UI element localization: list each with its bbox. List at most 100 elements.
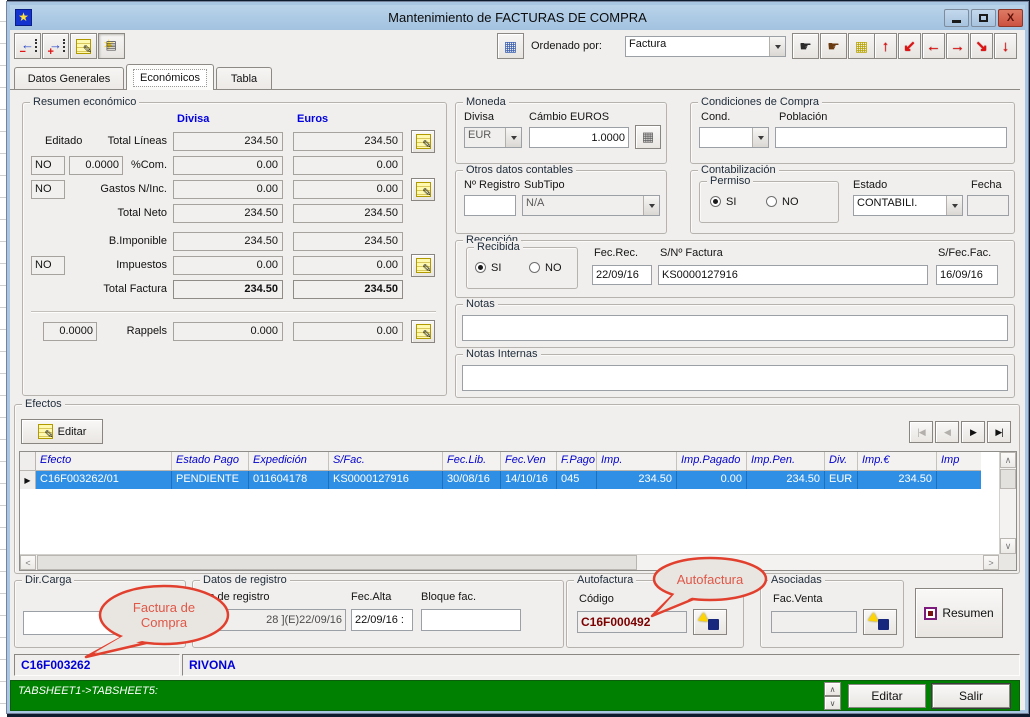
ordenado-por-label: Ordenado por:: [531, 40, 602, 52]
total-neto-euros: 234.50: [293, 204, 403, 223]
impuestos-editado-flag: NO: [31, 256, 65, 275]
titlebar[interactable]: ★ Mantenimiento de FACTURAS DE COMPRA X: [10, 5, 1025, 30]
grid-horizontal-scrollbar[interactable]: < >: [20, 554, 999, 570]
record-next-add-button[interactable]: → +: [42, 33, 69, 59]
permiso-no-radio[interactable]: [766, 196, 777, 207]
s-fec-fac-field[interactable]: 16/09/16: [936, 265, 998, 285]
calculator-button[interactable]: ▦: [635, 125, 661, 149]
group-permiso: Permiso SI NO: [699, 181, 839, 223]
divisa-select[interactable]: EUR: [464, 127, 522, 148]
impuestos-euros: 0.00: [293, 256, 403, 275]
salir-button[interactable]: Salir: [932, 684, 1010, 708]
permiso-si-radio[interactable]: [710, 196, 721, 207]
efectos-nav-next-button[interactable]: ▶: [961, 421, 985, 443]
grid-vertical-scrollbar[interactable]: ∧ ∨: [999, 452, 1016, 554]
group-recepcion: Recepción Recibida SI NO Fec.Rec. 22/09/…: [455, 240, 1015, 298]
resumen-button[interactable]: Resumen: [915, 588, 1003, 638]
pcom-divisa: 0.00: [173, 156, 283, 175]
pcom-pct-field[interactable]: 0.0000: [69, 156, 123, 175]
gastos-detail-button[interactable]: ✎: [411, 178, 435, 201]
poblacion-field[interactable]: [775, 127, 1007, 148]
nav-next-button[interactable]: →: [946, 33, 969, 59]
gastos-editado-flag: NO: [31, 180, 65, 199]
impuestos-detail-button[interactable]: ✎: [411, 254, 435, 277]
table-row[interactable]: ▶ C16F003262/01 PENDIENTE 011604178 KS00…: [20, 471, 981, 489]
grid-header-row[interactable]: Efecto Estado Pago Expedición S/Fac. Fec…: [20, 452, 981, 471]
ordenado-por-select[interactable]: Factura: [625, 36, 786, 57]
cambio-euros-field[interactable]: 1.0000: [529, 127, 629, 148]
footer-spin-up-button[interactable]: ∧: [824, 682, 841, 696]
arrow-downleft-icon: ↙: [903, 39, 916, 54]
tab-datos-generales[interactable]: Datos Generales: [14, 67, 124, 90]
nav-last-button[interactable]: ↓: [994, 33, 1017, 59]
row-gastos: NOGastos N/Inc. 0.00 0.00 ✎: [31, 179, 443, 199]
arrow-downright-icon: ↘: [975, 39, 988, 54]
nav-prior-button[interactable]: ←: [922, 33, 945, 59]
total-lineas-divisa: 234.50: [173, 132, 283, 151]
efectos-nav-prior-button[interactable]: ◀: [935, 421, 959, 443]
recibida-si-radio[interactable]: [475, 262, 486, 273]
notas-internas-field[interactable]: [462, 365, 1008, 391]
s-num-factura-field[interactable]: KS0000127916: [658, 265, 928, 285]
dropdown-arrow-icon[interactable]: [946, 196, 962, 215]
dropdown-arrow-icon: [643, 196, 659, 215]
record-prev-delete-button[interactable]: ← −: [14, 33, 41, 59]
edit-note-icon: ✎: [38, 424, 53, 439]
nav-first-button[interactable]: ↑: [874, 33, 897, 59]
arrow-right-icon: →: [950, 39, 965, 54]
scroll-down-icon[interactable]: ∨: [1000, 538, 1016, 554]
edit-note-icon: ✎: [76, 39, 91, 54]
fec-rec-field[interactable]: 22/09/16: [592, 265, 652, 285]
arrow-left-minus-icon: ← −: [19, 38, 37, 54]
hscroll-thumb[interactable]: [37, 555, 637, 570]
cond-select[interactable]: [699, 127, 769, 148]
b-imponible-divisa: 234.50: [173, 232, 283, 251]
row-total-lineas: EditadoTotal Líneas 234.50 234.50 ✎: [31, 131, 443, 151]
estado-select[interactable]: CONTABILI.: [853, 195, 963, 216]
group-resumen-economico: Resumen económico Divisa Euros EditadoTo…: [22, 102, 447, 396]
edit-record-button[interactable]: ✎: [70, 33, 97, 59]
validate-button[interactable]: ☛: [792, 33, 819, 59]
vscroll-thumb[interactable]: [1000, 469, 1016, 489]
callout-factura-text: Factura de Compra: [122, 600, 206, 630]
total-lineas-detail-button[interactable]: ✎: [411, 130, 435, 153]
rappels-divisa: 0.000: [173, 322, 283, 341]
gastos-divisa: 0.00: [173, 180, 283, 199]
scroll-up-icon[interactable]: ∧: [1000, 452, 1016, 468]
efectos-nav-last-button[interactable]: ▶|: [987, 421, 1011, 443]
goto-document-icon: [870, 614, 890, 630]
calculator-icon: ▦: [642, 129, 654, 145]
efectos-nav-first-button[interactable]: |◀: [909, 421, 933, 443]
nav-prior-page-button[interactable]: ↙: [898, 33, 921, 59]
subtipo-select[interactable]: N/A: [522, 195, 660, 216]
dropdown-arrow-icon: [505, 128, 521, 147]
select-pointer-button[interactable]: ☛: [820, 33, 847, 59]
notas-field[interactable]: [462, 315, 1008, 341]
bloque-fac-field[interactable]: [421, 609, 521, 631]
recibida-no-radio[interactable]: [529, 262, 540, 273]
editar-button[interactable]: Editar: [848, 684, 926, 708]
efectos-grid[interactable]: Efecto Estado Pago Expedición S/Fac. Fec…: [19, 451, 1017, 571]
num-registro-field[interactable]: [464, 195, 516, 216]
fac-venta-field[interactable]: [771, 611, 857, 633]
group-asociadas: Asociadas Fac.Venta: [760, 580, 904, 648]
scroll-left-icon[interactable]: <: [20, 555, 36, 570]
dropdown-arrow-icon[interactable]: [752, 128, 768, 147]
resumen-icon: [924, 607, 937, 620]
rappels-detail-button[interactable]: ✎: [411, 320, 435, 343]
rappels-pct-field[interactable]: 0.0000: [43, 322, 97, 341]
divisa-column-header: Divisa: [177, 113, 209, 125]
footer-spin-down-button[interactable]: ∨: [824, 696, 841, 710]
print-button[interactable]: ✶ ▤: [98, 33, 125, 59]
dropdown-arrow-icon[interactable]: [769, 37, 785, 56]
callout-autofactura-text: Autofactura: [654, 572, 766, 587]
fac-venta-open-button[interactable]: [863, 609, 897, 635]
grid-view-button[interactable]: ▦: [497, 33, 524, 59]
tab-tabla[interactable]: Tabla: [216, 67, 272, 90]
tab-economicos[interactable]: Económicos: [126, 64, 214, 90]
table-button[interactable]: ▦: [848, 33, 875, 59]
nav-next-page-button[interactable]: ↘: [970, 33, 993, 59]
arrow-up-icon: ↑: [882, 39, 890, 54]
scroll-right-icon[interactable]: >: [983, 555, 999, 570]
efectos-editar-button[interactable]: ✎ Editar: [21, 419, 103, 444]
